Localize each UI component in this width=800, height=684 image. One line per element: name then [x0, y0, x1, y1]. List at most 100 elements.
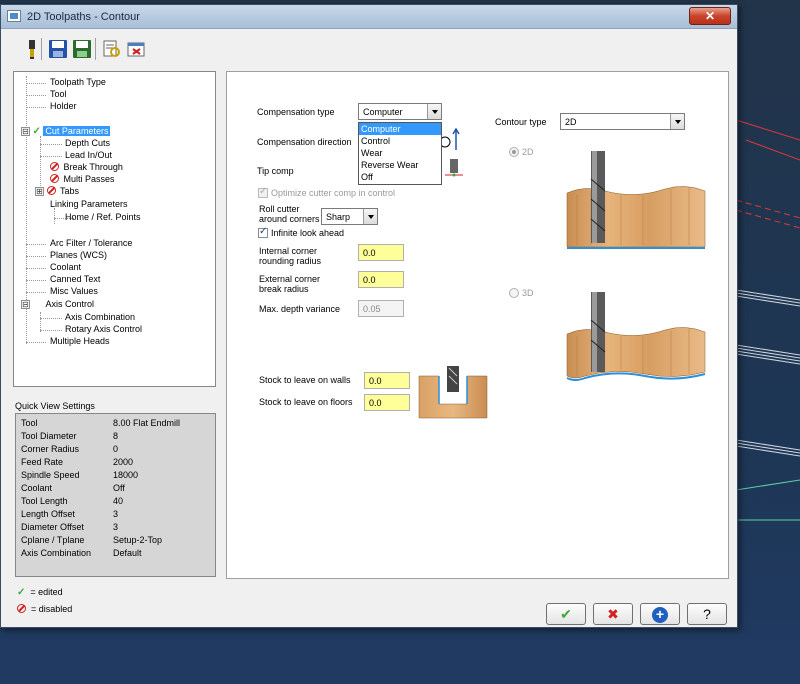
- quick-view-row: Length Offset 3: [21, 509, 119, 519]
- radio-2d[interactable]: 2D: [509, 147, 534, 157]
- help-button[interactable]: ?: [687, 603, 727, 625]
- option-off[interactable]: Off: [359, 171, 441, 183]
- toolbar: [1, 30, 737, 66]
- quick-view-row: Axis Combination Default: [21, 548, 142, 558]
- tree-line: [26, 107, 46, 108]
- radio-icon[interactable]: [509, 288, 519, 298]
- contour-type-select[interactable]: 2D: [560, 113, 685, 130]
- tree-item-toolpath-type[interactable]: Toolpath Type: [48, 77, 108, 87]
- comp-type-label: Compensation type: [257, 107, 335, 117]
- max-depth-label: Max. depth variance: [259, 304, 341, 314]
- tree-item-break-through[interactable]: Break Through: [50, 162, 125, 172]
- chevron-down-icon[interactable]: [427, 104, 441, 119]
- quick-view-row: Diameter Offset 3: [21, 522, 119, 532]
- disabled-icon: [50, 162, 59, 171]
- tree-line: [26, 292, 46, 293]
- checkbox-icon[interactable]: [258, 226, 268, 238]
- tree-item-depth-cuts[interactable]: Depth Cuts: [63, 138, 112, 148]
- quick-view-row: Corner Radius 0: [21, 444, 119, 454]
- tree-item-tabs[interactable]: ⊞ Tabs: [35, 186, 81, 196]
- radio-icon[interactable]: [509, 147, 519, 157]
- tree-item-multiple-heads[interactable]: Multiple Heads: [48, 336, 112, 346]
- tree-line: [40, 144, 62, 145]
- internal-radius-input[interactable]: 0.0: [358, 244, 404, 261]
- contour-3d-image: [566, 292, 706, 381]
- dialog-window: 2D Toolpaths - Contour ✕ Toolpath Type T…: [0, 4, 738, 628]
- stock-diagram-image: [418, 366, 488, 419]
- tree-item-cut-parameters[interactable]: ⊟ ✓ Cut Parameters: [21, 126, 111, 137]
- preview-icon[interactable]: [101, 38, 123, 60]
- quick-view-row: Tool Length 40: [21, 496, 124, 506]
- tree-item-home-ref-points[interactable]: Home / Ref. Points: [63, 212, 143, 222]
- chevron-down-icon[interactable]: [670, 114, 684, 129]
- quick-view-row: Feed Rate 2000: [21, 457, 134, 467]
- quick-view-row: Cplane / Tplane Setup-2-Top: [21, 535, 163, 545]
- plus-icon: +: [652, 607, 668, 623]
- tree-item-planes-wcs[interactable]: Planes (WCS): [48, 250, 109, 260]
- tree-item-lead-in-out[interactable]: Lead In/Out: [63, 150, 114, 160]
- tree-item-linking-parameters[interactable]: Linking Parameters: [48, 199, 130, 209]
- collapse-icon[interactable]: ⊟: [21, 127, 30, 136]
- roll-cutter-select[interactable]: Sharp: [321, 208, 378, 225]
- disabled-icon: [46, 186, 56, 195]
- stock-floors-label: Stock to leave on floors: [259, 397, 353, 407]
- option-wear[interactable]: Wear: [359, 147, 441, 159]
- quick-view-panel: Tool 8.00 Flat Endmill Tool Diameter 8 Cor…: [15, 413, 216, 577]
- comp-type-select[interactable]: Computer: [358, 103, 442, 120]
- cancel-button[interactable]: ✖: [593, 603, 633, 625]
- internal-radius-label: Internal corner rounding radius: [259, 246, 322, 266]
- stock-walls-input[interactable]: 0.0: [364, 372, 410, 389]
- tree-item-canned-text[interactable]: Canned Text: [48, 274, 102, 284]
- disabled-icon: [17, 604, 26, 613]
- comp-type-dropdown-list: Computer Control Wear Reverse Wear Off: [358, 122, 442, 185]
- tree-item-axis-combination[interactable]: Axis Combination: [63, 312, 137, 322]
- contour-type-label: Contour type: [495, 117, 547, 127]
- quick-view-row: Spindle Speed 18000: [21, 470, 139, 480]
- tree-item-misc-values[interactable]: Misc Values: [48, 286, 100, 296]
- tree-item-multi-passes[interactable]: Multi Passes: [50, 174, 117, 184]
- expand-icon[interactable]: ⊞: [35, 187, 44, 196]
- quick-view-row: Coolant Off: [21, 483, 125, 493]
- tree-item-rotary-axis-control[interactable]: Rotary Axis Control: [63, 324, 144, 334]
- tree-line: [40, 156, 62, 157]
- tree-item-tool[interactable]: Tool: [48, 89, 69, 99]
- checkbox-icon[interactable]: [258, 186, 268, 198]
- option-reverse-wear[interactable]: Reverse Wear: [359, 159, 441, 171]
- tree-item-holder[interactable]: Holder: [48, 101, 79, 111]
- optimize-comp-checkbox[interactable]: Optimize cutter comp in control: [258, 186, 395, 198]
- tree-item-axis-control[interactable]: ⊟ Axis Control: [21, 299, 96, 309]
- collapse-icon[interactable]: ⊟: [21, 300, 30, 309]
- option-control[interactable]: Control: [359, 135, 441, 147]
- edited-check-icon: ✓: [17, 587, 26, 598]
- parameter-tree: Toolpath Type Tool Holder ⊟ ✓ Cut Parame…: [13, 71, 216, 387]
- stock-floors-input[interactable]: 0.0: [364, 394, 410, 411]
- tree-line: [26, 280, 46, 281]
- external-radius-input[interactable]: 0.0: [358, 271, 404, 288]
- contour-2d-image: [566, 151, 706, 249]
- tree-line: [54, 208, 55, 224]
- option-computer[interactable]: Computer: [359, 123, 441, 135]
- chevron-down-icon[interactable]: [363, 209, 377, 224]
- tree-line: [26, 342, 46, 343]
- infinite-look-ahead-checkbox[interactable]: Infinite look ahead: [258, 226, 344, 238]
- tree-line: [40, 318, 62, 319]
- save-icon[interactable]: [47, 38, 69, 60]
- tree-item-arc-filter[interactable]: Arc Filter / Tolerance: [48, 238, 134, 248]
- add-button[interactable]: +: [640, 603, 680, 625]
- save-all-icon[interactable]: [71, 38, 93, 60]
- radio-3d[interactable]: 3D: [509, 288, 534, 298]
- ok-button[interactable]: ✔: [546, 603, 586, 625]
- cut-parameters-panel: Compensation type Computer Compensation …: [226, 71, 729, 579]
- tip-comp-label: Tip comp: [257, 166, 294, 176]
- close-button[interactable]: ✕: [689, 7, 731, 25]
- tree-item-coolant[interactable]: Coolant: [48, 262, 83, 272]
- window-title: 2D Toolpaths - Contour: [27, 11, 140, 23]
- tool-icon[interactable]: [21, 38, 43, 60]
- title-bar[interactable]: 2D Toolpaths - Contour ✕: [1, 5, 737, 29]
- tree-line: [26, 256, 46, 257]
- edited-check-icon: ✓: [32, 126, 41, 137]
- disabled-icon: [50, 174, 59, 183]
- calculator-icon[interactable]: [125, 38, 147, 60]
- max-depth-input[interactable]: 0.05: [358, 300, 404, 317]
- tree-line: [26, 244, 46, 245]
